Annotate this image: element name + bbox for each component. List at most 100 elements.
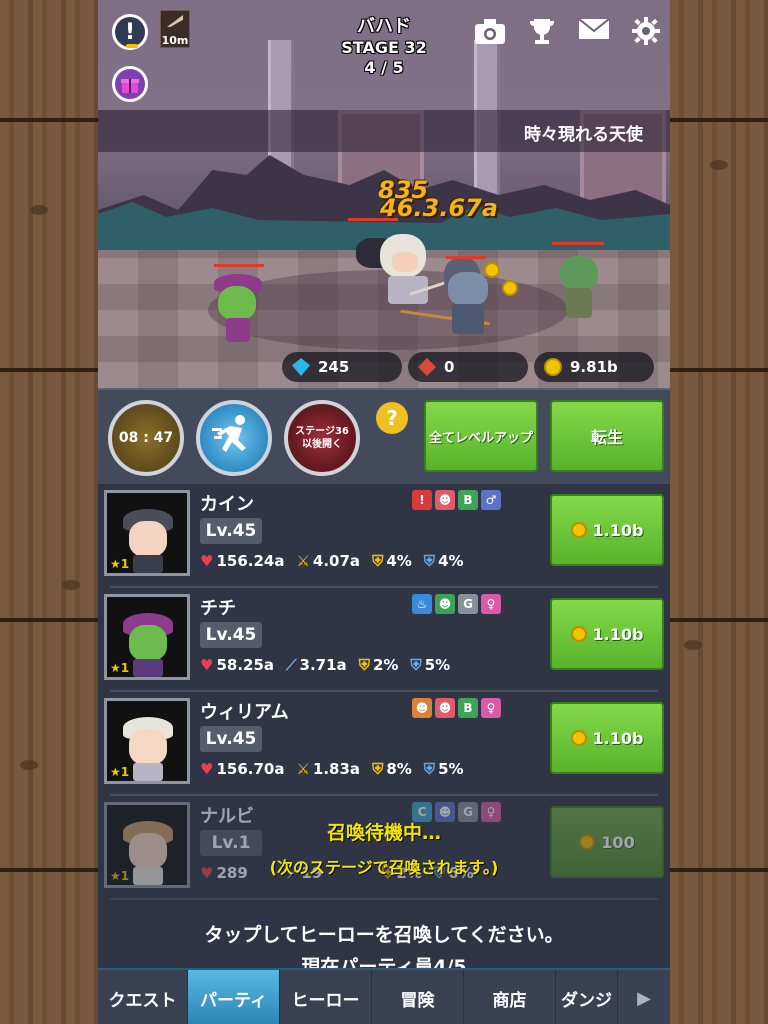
badge-icon: ! bbox=[412, 490, 432, 510]
magic-shield-icon: ⛨ bbox=[423, 760, 436, 778]
help-icon[interactable]: ? bbox=[376, 402, 408, 434]
hero-level: Lv.45 bbox=[200, 622, 262, 648]
gift-icon[interactable] bbox=[112, 66, 148, 102]
tab-quest[interactable]: クエスト bbox=[98, 970, 188, 1024]
atk-value: 3.71a bbox=[299, 656, 347, 674]
gem-amount: 245 bbox=[318, 358, 350, 376]
wave-counter: 4 / 5 bbox=[364, 58, 404, 77]
upgrade-button[interactable]: 1.10b bbox=[550, 702, 664, 774]
badge-icon: ♀ bbox=[481, 698, 501, 718]
mdef-value: 5% bbox=[438, 760, 464, 778]
hero-row-pending[interactable]: ★1 ナルビ Lv.1 C ☻ G ♀ ♥ 289 ⟋ 19 ⛨ 2% ⛨ 6% 100 bbox=[98, 796, 670, 900]
gold-coin-icon bbox=[570, 626, 587, 642]
upgrade-price: 1.10b bbox=[592, 728, 644, 748]
star-rank: ★1 bbox=[110, 765, 130, 779]
badge-icon: ♀ bbox=[481, 594, 501, 614]
mail-icon[interactable] bbox=[576, 16, 612, 50]
def-value: 8% bbox=[386, 760, 412, 778]
mdef-value: 4% bbox=[438, 552, 464, 570]
running-man-icon bbox=[212, 414, 256, 463]
hero-name: ウィリアム bbox=[200, 702, 289, 723]
badge-icon: G bbox=[458, 594, 478, 614]
game-screen: 835 46.3.67a ! 10m バハド STAGE 32 4 / 5 時々… bbox=[98, 0, 670, 1024]
hero-name: チチ bbox=[200, 598, 236, 619]
summon-pending-note: (次のステージで召喚されます。) bbox=[269, 858, 499, 877]
atk-value: 1.83a bbox=[312, 760, 361, 778]
tab-shop[interactable]: 商店 bbox=[464, 970, 556, 1024]
gold-coin-icon bbox=[570, 522, 587, 538]
hero-name: カイン bbox=[200, 494, 254, 515]
boost-timer-icon[interactable]: 10m bbox=[160, 10, 190, 48]
hero-portrait[interactable]: ★1 bbox=[104, 698, 190, 784]
battle-scene[interactable]: 835 46.3.67a ! 10m バハド STAGE 32 4 / 5 時々… bbox=[98, 0, 670, 388]
gold-counter: 9.81b bbox=[534, 352, 654, 382]
gem-counter: 245 bbox=[282, 352, 402, 382]
hero-list[interactable]: ★1 カイン Lv.45 ! ☻ B ♂ ♥ 156.24a ⚔ 4.07a ⛨ 4%… bbox=[98, 484, 670, 968]
hero-level: Lv.45 bbox=[200, 726, 262, 752]
heart-icon: ♥ bbox=[200, 552, 214, 570]
stage-number: STAGE 32 bbox=[341, 38, 427, 57]
hero-portrait[interactable]: ★1 bbox=[104, 490, 190, 576]
badge-icon: ☻ bbox=[435, 698, 455, 718]
soul-amount: 0 bbox=[444, 358, 455, 376]
quest-alert-button[interactable]: ! bbox=[112, 14, 148, 50]
tab-adventure[interactable]: 冒険 bbox=[372, 970, 464, 1024]
sword-icon: ⚔ bbox=[296, 760, 310, 778]
trophy-icon[interactable] bbox=[524, 16, 560, 50]
def-value: 4% bbox=[386, 552, 412, 570]
summon-pending-title: 召喚待機中… bbox=[326, 822, 441, 844]
hero-stats: ♥ 156.24a ⚔ 4.07a ⛨ 4% ⛨ 4% bbox=[200, 552, 476, 570]
rebirth-button[interactable]: 転生 bbox=[550, 400, 664, 472]
badge-icon: ♂ bbox=[481, 490, 501, 510]
hero-row[interactable]: ★1 カイン Lv.45 ! ☻ B ♂ ♥ 156.24a ⚔ 4.07a ⛨ 4%… bbox=[98, 484, 670, 588]
gem-icon bbox=[292, 358, 310, 376]
star-rank: ★1 bbox=[110, 661, 130, 675]
hero-stats: ♥ 156.70a ⚔ 1.83a ⛨ 8% ⛨ 5% bbox=[200, 760, 476, 778]
hero-level: Lv.45 bbox=[200, 518, 262, 544]
skill-timer: 08 : 47 bbox=[118, 430, 174, 446]
gold-amount: 9.81b bbox=[570, 358, 618, 376]
wood-panel-left bbox=[0, 0, 98, 1024]
hp-value: 156.24a bbox=[216, 552, 285, 570]
enemy-goblin-right bbox=[552, 240, 608, 326]
level-up-all-button[interactable]: 全てレベルアップ bbox=[424, 400, 538, 472]
speed-up-button[interactable] bbox=[196, 400, 272, 476]
skill-timer-button[interactable]: 08 : 47 bbox=[108, 400, 184, 476]
tab-hero[interactable]: ヒーロー bbox=[280, 970, 372, 1024]
gold-coin-drop[interactable] bbox=[484, 262, 524, 302]
locked-skill-button[interactable]: ステージ36以後開く bbox=[284, 400, 360, 476]
hp-value: 58.25a bbox=[216, 656, 275, 674]
locked-label: ステージ36以後開く bbox=[295, 426, 349, 450]
soul-counter: 0 bbox=[408, 352, 528, 382]
badge-icon: ☻ bbox=[412, 698, 432, 718]
summon-instruction[interactable]: タップしてヒーローを召喚してください。 bbox=[98, 920, 670, 947]
shield-icon: ⛨ bbox=[372, 760, 384, 778]
hero-row[interactable]: ★1 チチ Lv.45 ♨ ☻ G ♀ ♥ 58.25a ⟋ 3.71a ⛨ 2% ⛨… bbox=[98, 588, 670, 692]
camera-icon[interactable] bbox=[472, 16, 508, 50]
tab-party[interactable]: パーティ bbox=[188, 970, 280, 1024]
badge-icon: ♨ bbox=[412, 594, 432, 614]
badge-icon: B bbox=[458, 490, 478, 510]
gold-coin-icon bbox=[570, 730, 587, 746]
upgrade-price: 1.10b bbox=[592, 520, 644, 540]
bottom-tab-bar: クエスト パーティ ヒーロー 冒険 商店 ダンジ ▶ bbox=[98, 968, 670, 1024]
sword-icon: ⚔ bbox=[296, 552, 310, 570]
heart-icon: ♥ bbox=[200, 760, 214, 778]
magic-shield-icon: ⛨ bbox=[410, 656, 422, 674]
shield-icon: ⛨ bbox=[358, 656, 370, 674]
tab-dungeon[interactable]: ダンジ bbox=[556, 970, 618, 1024]
hero-badges: ! ☻ B ♂ bbox=[412, 490, 501, 510]
badge-icon: ☻ bbox=[435, 594, 455, 614]
hero-badges: ☻ ☻ B ♀ bbox=[412, 698, 501, 718]
hero-row[interactable]: ★1 ウィリアム Lv.45 ☻ ☻ B ♀ ♥ 156.70a ⚔ 1.83a ⛨… bbox=[98, 692, 670, 796]
gear-icon[interactable] bbox=[628, 16, 664, 50]
wood-panel-right bbox=[670, 0, 768, 1024]
stage-name: バハド bbox=[357, 16, 411, 37]
upgrade-button[interactable]: 1.10b bbox=[550, 598, 664, 670]
stage-info: バハド STAGE 32 4 / 5 bbox=[284, 16, 484, 78]
hero-portrait[interactable]: ★1 bbox=[104, 594, 190, 680]
upgrade-button[interactable]: 1.10b bbox=[550, 494, 664, 566]
star-rank: ★1 bbox=[110, 557, 130, 571]
tab-scroll-right-icon[interactable]: ▶ bbox=[618, 970, 670, 1024]
atk-value: 4.07a bbox=[312, 552, 361, 570]
